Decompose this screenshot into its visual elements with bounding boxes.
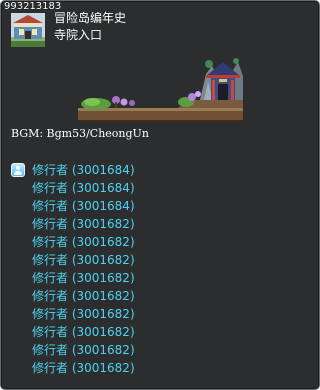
npc-list: 修行者 (3001684) 修行者 (3001684) 修行者 (3001684… <box>32 161 135 377</box>
npc-list-item: 修行者 (3001682) <box>32 235 135 249</box>
map-thumbnail-icon <box>11 13 45 47</box>
npc-list-item: 修行者 (3001682) <box>32 307 135 321</box>
region-name: 冒险岛编年史 <box>54 11 127 25</box>
npc-list-item: 修行者 (3001684) <box>32 199 135 213</box>
npc-list-item: 修行者 (3001682) <box>32 343 135 357</box>
npc-list-item: 修行者 (3001684) <box>32 181 135 195</box>
npc-list-item: 修行者 (3001682) <box>32 217 135 231</box>
npc-list-item: 修行者 (3001682) <box>32 289 135 303</box>
minimap-image <box>78 58 243 122</box>
npc-list-item: 修行者 (3001682) <box>32 253 135 267</box>
npc-list-item: 修行者 (3001682) <box>32 271 135 285</box>
npc-list-item: 修行者 (3001684) <box>32 163 135 177</box>
map-id: 993213183 <box>4 1 62 12</box>
map-tooltip: 993213183 冒险岛编年史 寺院入口 BGM: Bgm53/CheongU… <box>0 0 320 390</box>
bgm-label: BGM: Bgm53/CheongUn <box>11 127 149 140</box>
npc-list-item: 修行者 (3001682) <box>32 325 135 339</box>
npc-list-item: 修行者 (3001682) <box>32 361 135 375</box>
map-name: 寺院入口 <box>54 28 103 42</box>
npc-person-icon <box>11 163 25 177</box>
